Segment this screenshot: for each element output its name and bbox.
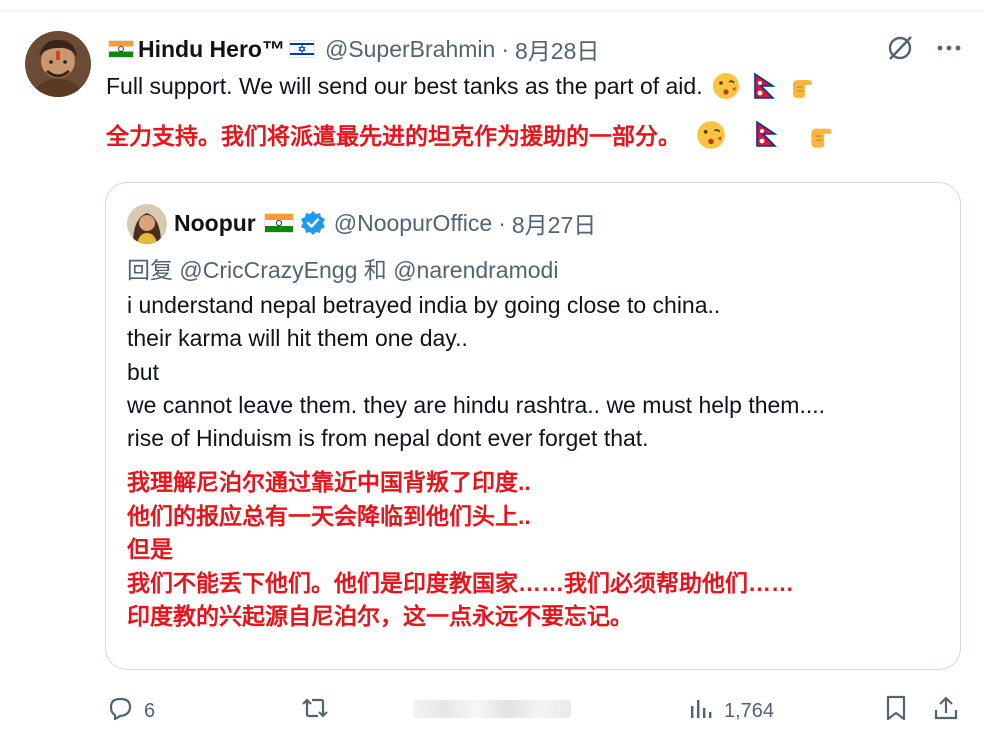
- quoted-tweet-header: Noopur @NoopurOffice · 8月27日: [174, 207, 596, 239]
- author-handle[interactable]: @SuperBrahmin: [325, 36, 495, 63]
- blurred-watermark: [413, 700, 571, 718]
- reply-to-line: 回复 @CricCrazyEngg 和 @narendramodi: [127, 251, 558, 285]
- views-count: 1,764: [724, 699, 775, 722]
- grok-icon[interactable]: [886, 34, 914, 67]
- tweet-translation: 全力支持。我们将派遣最先进的坦克作为援助的一部分。: [106, 117, 835, 151]
- reply-user-link[interactable]: @CricCrazyEngg: [179, 257, 357, 283]
- reply-prefix: 回复: [127, 257, 173, 283]
- more-options-icon[interactable]: [936, 35, 962, 66]
- kiss-face-emoji-icon: [695, 119, 725, 149]
- india-flag-icon: [108, 40, 134, 58]
- tweet-translation-text: 全力支持。我们将派遣最先进的坦克作为援助的一部分。: [106, 123, 681, 149]
- quoted-header-separator: ·: [498, 209, 506, 236]
- tweet-text: Full support. We will send our best tank…: [106, 71, 817, 101]
- retweet-icon: [300, 694, 330, 728]
- author-display-name[interactable]: Hindu Hero™: [138, 36, 285, 63]
- nepal-flag-emoji-icon: [749, 71, 779, 101]
- reply-user-link[interactable]: @narendramodi: [393, 257, 558, 283]
- pointing-hand-emoji-icon: [805, 119, 835, 149]
- quoted-translation-line: 我理解尼泊尔通过靠近中国背叛了印度..: [127, 469, 531, 495]
- reply-icon: [106, 694, 134, 728]
- quoted-translation-line: 他们的报应总有一天会降临到他们头上..: [127, 502, 531, 529]
- quoted-body-line: their karma will hit them one day..: [127, 325, 468, 352]
- quoted-body-line: but: [127, 358, 159, 385]
- quoted-author-avatar[interactable]: [127, 204, 167, 244]
- quoted-tweet-date[interactable]: 8月27日: [512, 206, 596, 240]
- tweet-header: Hindu Hero™ @SuperBrahmin · 8月28日: [106, 34, 599, 64]
- quoted-translation-line: 印度教的兴起源自尼泊尔，这一点永远不要忘记。: [127, 603, 633, 630]
- author-avatar[interactable]: [25, 31, 91, 97]
- views-button[interactable]: 1,764: [688, 694, 774, 728]
- kiss-face-emoji-icon: [711, 71, 741, 101]
- tweet-top-icons: [886, 34, 962, 67]
- quoted-author-handle[interactable]: @NoopurOffice: [334, 210, 492, 237]
- quoted-tweet-card[interactable]: Noopur @NoopurOffice · 8月27日 回复 @CricCra…: [105, 182, 961, 670]
- israel-flag-icon: [288, 40, 315, 58]
- reply-and: 和: [363, 257, 387, 283]
- header-separator: ·: [501, 35, 509, 62]
- bookmark-button[interactable]: [883, 694, 909, 728]
- quoted-translation-line: 但是: [127, 536, 173, 563]
- reply-count: 6: [144, 699, 156, 722]
- top-divider: [0, 10, 984, 11]
- reply-button[interactable]: 6: [106, 694, 155, 728]
- quoted-translation-line: 我们不能丢下他们。他们是印度教国家……我们必须帮助他们……: [127, 569, 794, 596]
- share-button[interactable]: [932, 694, 960, 728]
- quoted-tweet-body: i understand nepal betrayed india by goi…: [127, 289, 825, 455]
- quoted-tweet-translation: 我理解尼泊尔通过靠近中国背叛了印度.. 他们的报应总有一天会降临到他们头上.. …: [127, 466, 794, 634]
- quoted-body-line: rise of Hinduism is from nepal dont ever…: [127, 425, 649, 452]
- quoted-body-line: i understand nepal betrayed india by goi…: [127, 292, 721, 318]
- quoted-body-line: we cannot leave them. they are hindu ras…: [127, 391, 826, 418]
- retweet-button[interactable]: [300, 694, 330, 728]
- tweet-text-content: Full support. We will send our best tank…: [106, 73, 703, 99]
- tweet-date[interactable]: 8月28日: [515, 32, 599, 66]
- share-icon: [932, 694, 960, 728]
- views-icon: [688, 694, 714, 728]
- quoted-author-display-name[interactable]: Noopur: [174, 210, 256, 237]
- verified-badge-icon[interactable]: [300, 210, 326, 236]
- pointing-hand-emoji-icon: [787, 71, 817, 101]
- nepal-flag-emoji-icon: [751, 119, 781, 149]
- bookmark-icon: [883, 694, 909, 728]
- india-flag-icon: [263, 213, 294, 233]
